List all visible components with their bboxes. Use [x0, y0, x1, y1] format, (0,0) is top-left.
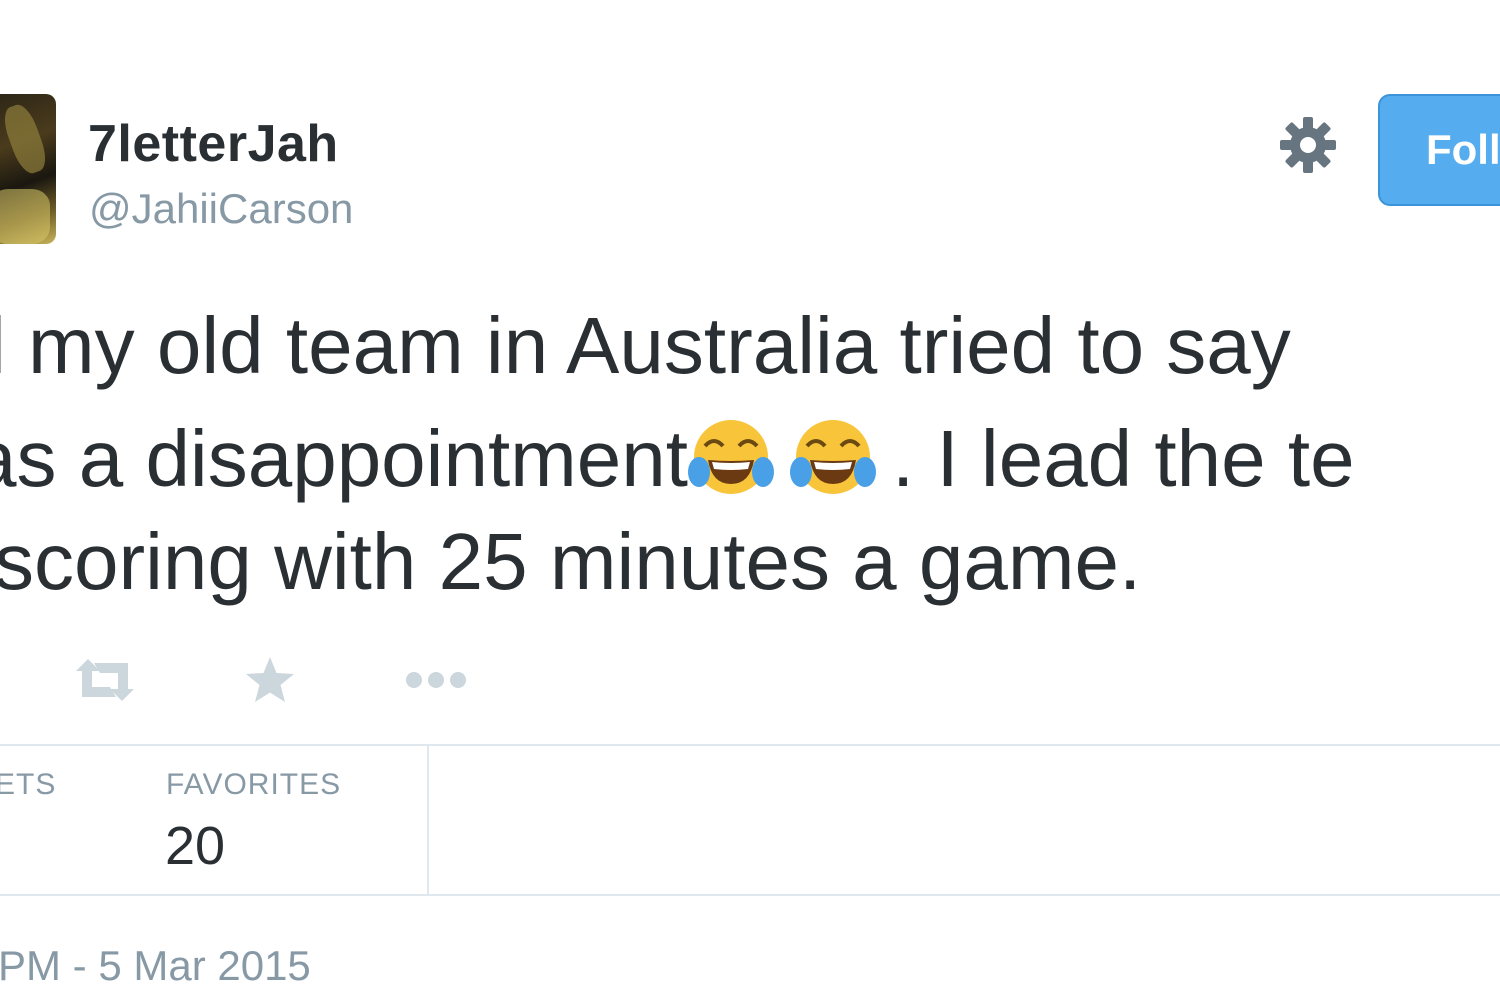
tweet-text-line-1: l my old team in Australia tried to say	[0, 301, 1291, 390]
avatar-figure	[0, 100, 52, 178]
avatar[interactable]	[0, 94, 56, 244]
favorites-label[interactable]: FAVORITES	[166, 768, 341, 802]
user-handle[interactable]: @JahiiCarson	[89, 185, 353, 233]
display-name[interactable]: 7letterJah	[88, 114, 339, 174]
tweet-text-line-3: scoring with 25 minutes a game.	[0, 517, 1142, 606]
retweet-icon[interactable]	[72, 655, 138, 705]
stats-divider-top	[0, 744, 1500, 746]
follow-button[interactable]: Foll	[1378, 94, 1500, 206]
retweets-label[interactable]: EETS	[0, 768, 56, 802]
tweet-card: 7letterJah @JahiiCarson Foll l my old te…	[0, 0, 1500, 1000]
tweet-text-line-2: as a disappointment . I lead the te	[0, 414, 1355, 500]
tweet-timestamp[interactable]: PM - 5 Mar 2015	[0, 942, 311, 990]
favorites-count[interactable]: 20	[165, 815, 225, 877]
stats-divider-bottom	[0, 894, 1500, 896]
tears-of-joy-emoji-icon	[790, 420, 877, 494]
tears-of-joy-emoji-icon	[688, 420, 775, 494]
tweet-text-segment: as a disappointment	[0, 414, 689, 503]
avatar-highlight	[0, 189, 50, 244]
more-icon[interactable]	[403, 655, 469, 705]
tweet-text-segment: . I lead the te	[892, 414, 1355, 503]
gear-icon[interactable]	[1278, 115, 1338, 175]
star-icon[interactable]	[244, 655, 296, 705]
stats-divider-vertical	[427, 746, 429, 894]
